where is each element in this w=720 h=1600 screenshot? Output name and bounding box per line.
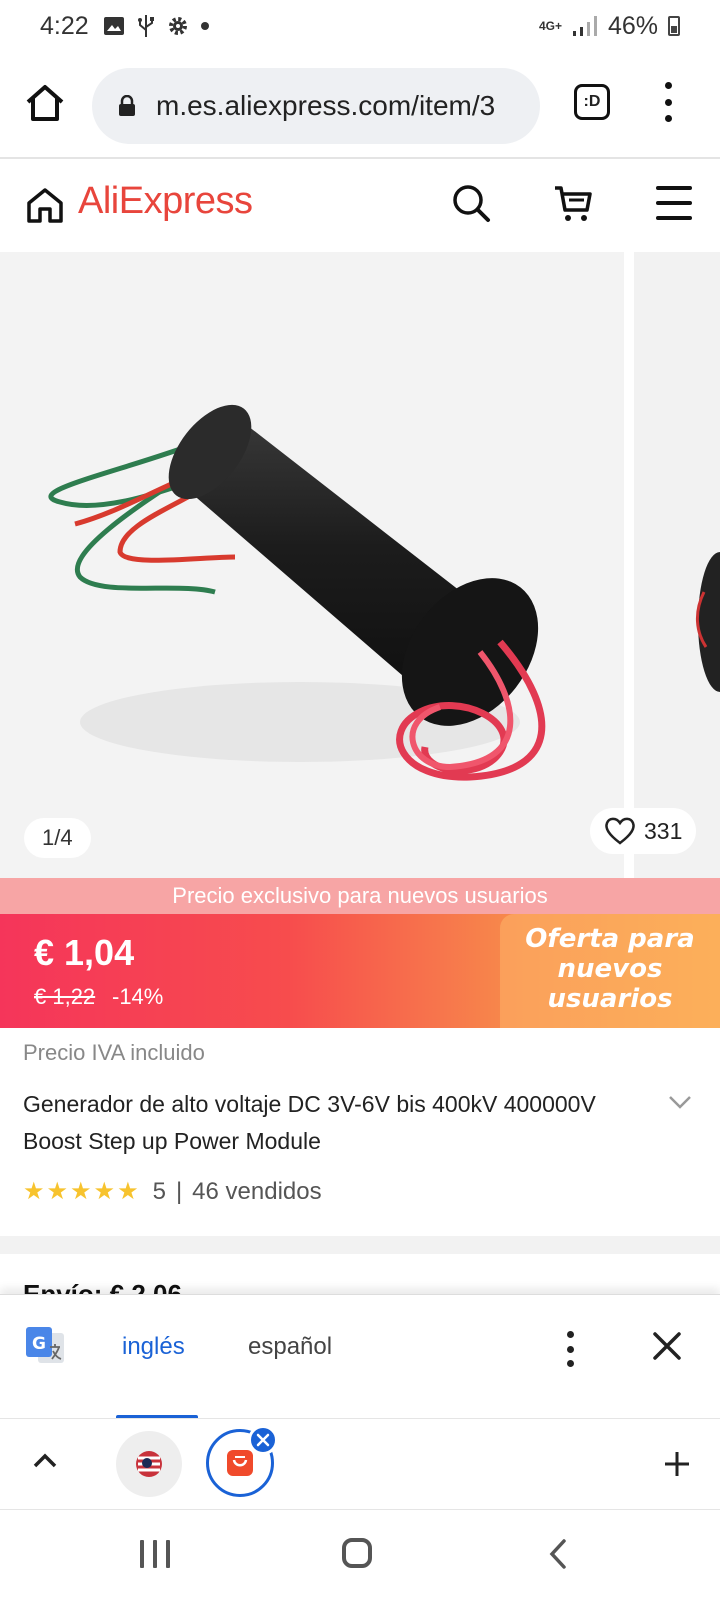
dot-icon <box>200 22 209 30</box>
rating-separator: | <box>175 1178 183 1205</box>
rating-value: 5 <box>152 1178 166 1205</box>
site-header: AliExpress <box>0 160 720 252</box>
next-image-preview <box>696 552 720 692</box>
toolbar-divider <box>0 157 720 159</box>
chevron-up-icon[interactable] <box>32 1451 58 1469</box>
offer-line-3: usuarios <box>547 984 673 1014</box>
search-icon[interactable] <box>450 182 492 224</box>
tab-language-target[interactable]: español <box>248 1333 332 1361</box>
system-navigation-bar <box>0 1510 720 1600</box>
star-rating: ★ ★ ★ ★ ★ <box>23 1180 139 1204</box>
usb-icon <box>137 15 154 37</box>
image-icon <box>103 17 124 35</box>
shipping-cost[interactable]: Envío: € 2,06 <box>23 1278 182 1294</box>
status-bar: 4:22 4G+ 46% <box>0 0 720 52</box>
new-user-promo-strip: Precio exclusivo para nuevos usuarios <box>0 878 720 914</box>
sold-count: 46 vendidos <box>192 1178 322 1205</box>
menu-icon[interactable] <box>656 186 692 220</box>
home-nav-icon[interactable] <box>342 1538 372 1568</box>
signal-icon <box>572 16 597 36</box>
back-icon[interactable] <box>548 1538 568 1570</box>
close-icon[interactable] <box>652 1331 682 1361</box>
tab-language-source[interactable]: inglés <box>122 1333 185 1361</box>
current-price: € 1,04 <box>34 932 135 973</box>
battery-percent: 46% <box>607 11 658 40</box>
translate-options-icon[interactable] <box>560 1331 580 1367</box>
tab-thumbnail[interactable] <box>116 1431 182 1497</box>
wishlist-button[interactable]: 331 <box>590 808 697 854</box>
tab-strip <box>0 1418 720 1510</box>
url-text: m.es.aliexpress.com/item/3 <box>156 90 496 121</box>
translate-bar: G inglés español <box>0 1294 720 1419</box>
site-logo[interactable]: AliExpress <box>78 180 253 223</box>
settings-icon <box>168 17 187 35</box>
chevron-down-icon[interactable] <box>668 1094 692 1110</box>
offer-line-1: Oferta para <box>525 924 695 954</box>
section-separator <box>0 1236 720 1254</box>
product-gallery[interactable]: 1/4 331 <box>0 252 720 878</box>
star-icon: ★ <box>23 1178 45 1205</box>
wishlist-count: 331 <box>644 817 683 844</box>
new-tab-plus-icon[interactable] <box>662 1449 692 1479</box>
tax-note: Precio IVA incluido <box>23 1040 205 1065</box>
tab-close-button[interactable] <box>248 1425 278 1455</box>
browser-menu-icon[interactable] <box>658 82 678 122</box>
price-banner: € 1,04 € 1,22 -14% Oferta para nuevos us… <box>0 914 720 1028</box>
status-time: 4:22 <box>40 11 89 40</box>
star-icon: ★ <box>70 1178 92 1205</box>
image-counter: 1/4 <box>24 818 91 858</box>
google-translate-icon: G <box>26 1327 64 1363</box>
network-type: 4G+ <box>538 19 562 33</box>
tab-switcher-button[interactable]: :D <box>574 84 610 120</box>
new-user-offer-badge: Oferta para nuevos usuarios <box>500 914 720 1028</box>
cart-icon[interactable] <box>552 182 594 224</box>
product-title: Generador de alto voltaje DC 3V-6V bis 4… <box>23 1091 596 1154</box>
browser-toolbar: m.es.aliexpress.com/item/3 :D <box>0 60 720 156</box>
discount-badge: -14% <box>112 984 164 1009</box>
aliexpress-favicon <box>227 1450 253 1476</box>
recents-icon[interactable] <box>140 1540 170 1568</box>
browser-home-icon[interactable] <box>24 82 66 124</box>
address-bar[interactable]: m.es.aliexpress.com/item/3 <box>92 68 540 144</box>
next-image-peek[interactable] <box>634 252 720 878</box>
site-favicon <box>136 1451 162 1477</box>
rating-row[interactable]: ★ ★ ★ ★ ★ 5 | 46 vendidos <box>23 1178 322 1206</box>
image-gap <box>624 252 634 878</box>
battery-icon <box>668 16 680 36</box>
close-icon <box>256 1433 270 1447</box>
star-icon: ★ <box>93 1178 116 1205</box>
heart-icon <box>605 817 635 845</box>
star-icon: ★ <box>117 1178 139 1205</box>
svg-text:G: G <box>32 1334 46 1354</box>
offer-line-2: nuevos <box>557 954 663 984</box>
star-icon: ★ <box>46 1178 69 1205</box>
product-image <box>48 404 546 781</box>
original-price: € 1,22 <box>34 984 96 1009</box>
lock-icon <box>119 95 135 116</box>
home-icon[interactable] <box>24 184 66 226</box>
